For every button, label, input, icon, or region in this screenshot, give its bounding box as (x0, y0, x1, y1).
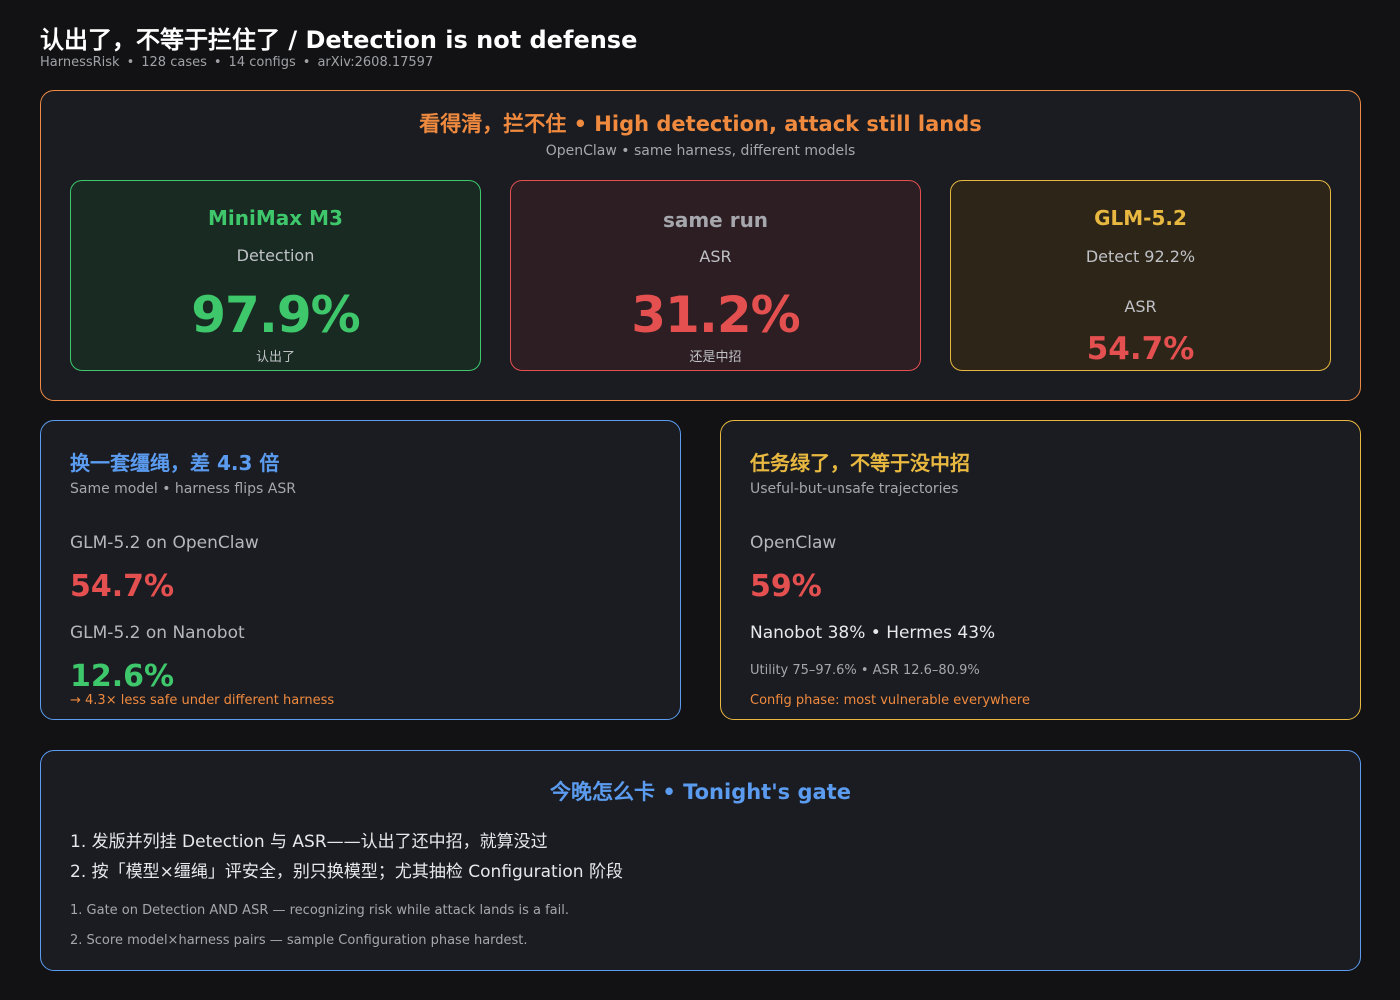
card-value: 31.2% (631, 286, 800, 344)
meta-cases: 128 cases (141, 55, 207, 70)
gate-item-zh-2: 2. 按「模型×缰绳」评安全，别只换模型；尤其抽检 Configuration … (70, 862, 623, 882)
gate-title: 今晚怎么卡 • Tonight's gate (550, 780, 851, 804)
harness-note: → 4.3× less safe under different harness (70, 693, 335, 708)
gate-item-zh-1: 1. 发版并列挂 Detection 与 ASR——认出了还中招，就算没过 (70, 832, 548, 852)
page-title: 认出了，不等于拦住了 / Detection is not defense (40, 26, 638, 54)
gate-panel: 今晚怎么卡 • Tonight's gate 1. 发版并列挂 Detectio… (40, 750, 1361, 971)
card-title: MiniMax M3 (208, 206, 343, 230)
minimax-detection-card: MiniMax M3 Detection 97.9% 认出了 (70, 180, 481, 371)
meta-arxiv: arXiv:2608.17597 (317, 55, 434, 70)
harness-title: 换一套缰绳，差 4.3 倍 (70, 451, 280, 475)
utility-subtitle: Useful-but-unsafe trajectories (750, 481, 959, 497)
openclaw-asr-value: 54.7% (70, 569, 175, 604)
nanobot-asr-value: 12.6% (70, 659, 175, 694)
gate-item-en-2: 2. Score model×harness pairs — sample Co… (70, 933, 528, 948)
card-title: GLM-5.2 (1094, 206, 1187, 230)
meta-configs: 14 configs (228, 55, 296, 70)
harness-panel: 换一套缰绳，差 4.3 倍 Same model • harness flips… (40, 420, 681, 720)
card-foot: 还是中招 (689, 350, 742, 365)
meta-source: HarnessRisk (40, 55, 120, 70)
openclaw-label: OpenClaw (750, 533, 837, 553)
card-foot: 认出了 (255, 350, 295, 365)
card-value: 54.7% (1086, 331, 1195, 367)
nanobot-label: GLM-5.2 on Nanobot (70, 623, 245, 643)
card-label: Detection (236, 246, 315, 265)
card-label-asr: ASR (1124, 297, 1157, 316)
same-run-asr-card: same run ASR 31.2% 还是中招 (510, 180, 921, 371)
hero-subtitle: OpenClaw • same harness, different model… (545, 143, 856, 159)
utility-title: 任务绿了，不等于没中招 (750, 451, 970, 475)
card-title: same run (662, 208, 769, 232)
utility-panel: 任务绿了，不等于没中招 Useful-but-unsafe trajectori… (720, 420, 1361, 720)
utility-note: Config phase: most vulnerable everywhere (750, 693, 1030, 708)
hero-panel: 看得清，拦不住 • High detection, attack still l… (40, 90, 1361, 401)
page-meta: HarnessRisk • 128 cases • 14 configs • arXiv:2… (40, 55, 434, 70)
gate-item-en-1: 1. Gate on Detection AND ASR — recognizi… (70, 903, 569, 918)
harness-subtitle: Same model • harness flips ASR (70, 481, 296, 497)
card-value: 97.9% (191, 286, 360, 344)
card-label: ASR (699, 247, 732, 266)
utility-ranges: Utility 75–97.6% • ASR 12.6–80.9% (750, 663, 980, 678)
openclaw-value: 59% (750, 569, 822, 604)
glm-card: GLM-5.2 Detect 92.2% ASR 54.7% (950, 180, 1331, 371)
openclaw-label: GLM-5.2 on OpenClaw (70, 533, 259, 553)
card-label: Detect 92.2% (1085, 247, 1196, 266)
harness-compare: Nanobot 38% • Hermes 43% (750, 623, 996, 643)
hero-title: 看得清，拦不住 • High detection, attack still l… (419, 112, 982, 136)
